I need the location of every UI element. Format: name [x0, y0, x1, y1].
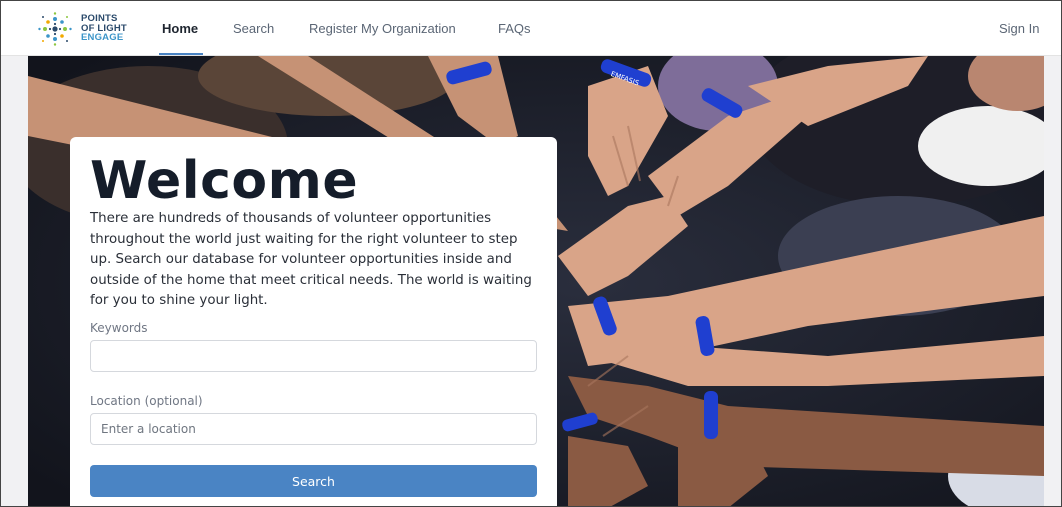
- starburst-logo-icon: [38, 12, 72, 46]
- logo-wordmark: POINTS OF LIGHT ENGAGE: [81, 14, 127, 43]
- sign-in-link[interactable]: Sign In: [999, 1, 1039, 56]
- browser-viewport: POINTS OF LIGHT ENGAGE Home Search Regis…: [0, 0, 1062, 507]
- site-header: POINTS OF LIGHT ENGAGE Home Search Regis…: [1, 1, 1061, 56]
- nav-search[interactable]: Search: [233, 1, 274, 56]
- keywords-label: Keywords: [90, 321, 148, 335]
- points-of-light-engage-logo[interactable]: POINTS OF LIGHT ENGAGE: [37, 11, 137, 47]
- location-label: Location (optional): [90, 394, 203, 408]
- welcome-intro-text: There are hundreds of thousands of volun…: [90, 211, 532, 308]
- search-button[interactable]: Search: [90, 465, 537, 497]
- logo-line-3: ENGAGE: [81, 32, 124, 44]
- nav-active-indicator: [159, 53, 203, 55]
- welcome-card: Welcome There are hundreds of thousands …: [70, 137, 557, 506]
- nav-register-organization[interactable]: Register My Organization: [309, 1, 456, 56]
- nav-faqs[interactable]: FAQs: [498, 1, 531, 56]
- keywords-input[interactable]: [90, 340, 537, 372]
- welcome-heading: Welcome: [90, 151, 359, 211]
- location-input[interactable]: [90, 413, 537, 445]
- nav-home[interactable]: Home: [162, 1, 198, 56]
